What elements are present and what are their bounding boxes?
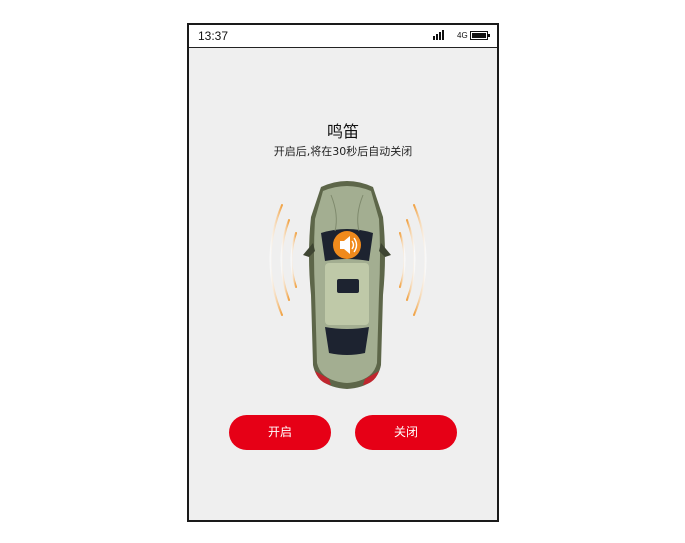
page-subtitle: 开启后,将在30秒后自动关闭: [273, 145, 413, 158]
status-bar: 13:37 4G: [189, 25, 497, 48]
horn-icon: [333, 231, 361, 259]
network-type: 4G: [457, 31, 468, 40]
car-illustration: [269, 181, 427, 389]
phone-frame: 13:37 4G 鸣笛 开启后,将在30秒后自动关闭 开启 关闭: [187, 23, 499, 522]
page-title: 鸣笛: [326, 122, 359, 141]
car-body: [303, 181, 391, 389]
battery-icon: [470, 31, 490, 40]
horn-on-button[interactable]: 开启: [229, 415, 331, 450]
sound-waves-right: [399, 204, 427, 316]
horn-off-button[interactable]: 关闭: [355, 415, 457, 450]
signal-icon: [433, 30, 444, 40]
sound-waves-left: [269, 204, 297, 316]
status-time: 13:37: [198, 29, 229, 43]
